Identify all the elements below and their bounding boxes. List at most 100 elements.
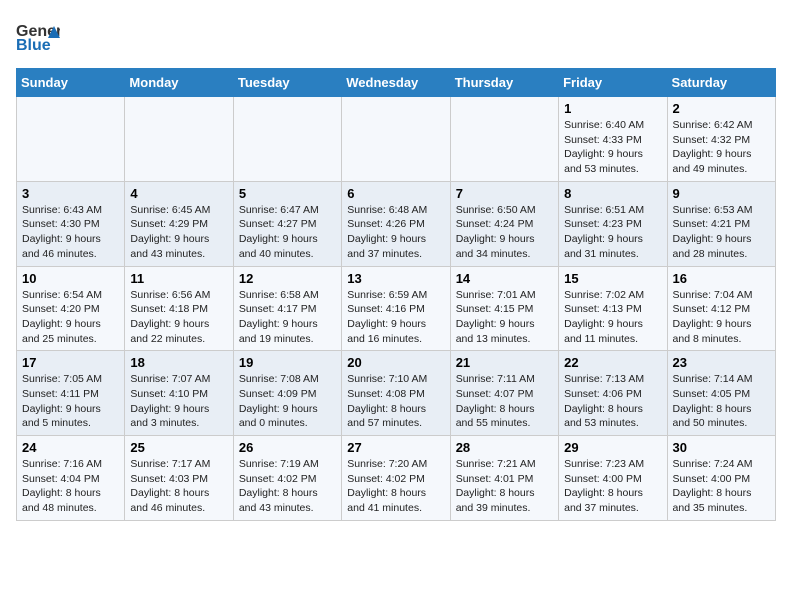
- calendar-cell: 19 Sunrise: 7:08 AMSunset: 4:09 PMDayligh…: [233, 351, 341, 436]
- week-row-1: 1 Sunrise: 6:40 AMSunset: 4:33 PMDaylight…: [17, 97, 776, 182]
- weekday-header-saturday: Saturday: [667, 69, 775, 97]
- day-info: Sunrise: 6:56 AMSunset: 4:18 PMDaylight:…: [130, 288, 227, 347]
- calendar-cell: 2Sunrise: 6:42 AMSunset: 4:32 PMDaylight…: [667, 97, 775, 182]
- day-number: 21: [456, 355, 553, 370]
- calendar-cell: 30 Sunrise: 7:24 AMSunset: 4:00 PMDayligh…: [667, 436, 775, 521]
- day-info: Sunrise: 7:13 AMSunset: 4:06 PMDaylight:…: [564, 372, 661, 431]
- day-number: 11: [130, 271, 227, 286]
- calendar-cell: 4 Sunrise: 6:45 AMSunset: 4:29 PMDaylight…: [125, 181, 233, 266]
- calendar-cell: 14 Sunrise: 7:01 AMSunset: 4:15 PMDayligh…: [450, 266, 558, 351]
- day-info: Sunrise: 7:02 AMSunset: 4:13 PMDaylight:…: [564, 288, 661, 347]
- day-info: Sunrise: 7:23 AMSunset: 4:00 PMDaylight:…: [564, 457, 661, 516]
- weekday-header-friday: Friday: [559, 69, 667, 97]
- day-info: Sunrise: 6:53 AMSunset: 4:21 PMDaylight:…: [673, 203, 770, 262]
- day-number: 26: [239, 440, 336, 455]
- calendar-cell: 8Sunrise: 6:51 AMSunset: 4:23 PMDaylight…: [559, 181, 667, 266]
- day-info: Sunrise: 7:19 AMSunset: 4:02 PMDaylight:…: [239, 457, 336, 516]
- day-number: 15: [564, 271, 661, 286]
- calendar-cell: 7 Sunrise: 6:50 AMSunset: 4:24 PMDaylight…: [450, 181, 558, 266]
- calendar-cell: 26 Sunrise: 7:19 AMSunset: 4:02 PMDayligh…: [233, 436, 341, 521]
- calendar-cell: 20 Sunrise: 7:10 AMSunset: 4:08 PMDayligh…: [342, 351, 450, 436]
- calendar-cell: 12 Sunrise: 6:58 AMSunset: 4:17 PMDayligh…: [233, 266, 341, 351]
- day-info: Sunrise: 6:45 AMSunset: 4:29 PMDaylight:…: [130, 203, 227, 262]
- day-number: 3: [22, 186, 119, 201]
- day-info: Sunrise: 7:07 AMSunset: 4:10 PMDaylight:…: [130, 372, 227, 431]
- calendar-cell: 6 Sunrise: 6:48 AMSunset: 4:26 PMDaylight…: [342, 181, 450, 266]
- day-number: 24: [22, 440, 119, 455]
- calendar-cell: 25 Sunrise: 7:17 AMSunset: 4:03 PMDayligh…: [125, 436, 233, 521]
- calendar-cell: 13 Sunrise: 6:59 AMSunset: 4:16 PMDayligh…: [342, 266, 450, 351]
- calendar-cell: 11 Sunrise: 6:56 AMSunset: 4:18 PMDayligh…: [125, 266, 233, 351]
- day-number: 1: [564, 101, 661, 116]
- day-info: Sunrise: 7:05 AMSunset: 4:11 PMDaylight:…: [22, 372, 119, 431]
- day-info: Sunrise: 6:43 AMSunset: 4:30 PMDaylight:…: [22, 203, 119, 262]
- day-info: Sunrise: 7:08 AMSunset: 4:09 PMDaylight:…: [239, 372, 336, 431]
- calendar-cell: 23 Sunrise: 7:14 AMSunset: 4:05 PMDayligh…: [667, 351, 775, 436]
- day-info: Sunrise: 6:51 AMSunset: 4:23 PMDaylight:…: [564, 203, 661, 262]
- calendar-cell: 29 Sunrise: 7:23 AMSunset: 4:00 PMDayligh…: [559, 436, 667, 521]
- day-info: Sunrise: 7:17 AMSunset: 4:03 PMDaylight:…: [130, 457, 227, 516]
- weekday-header-row: SundayMondayTuesdayWednesdayThursdayFrid…: [17, 69, 776, 97]
- calendar-cell: 1 Sunrise: 6:40 AMSunset: 4:33 PMDaylight…: [559, 97, 667, 182]
- day-info: Sunrise: 6:40 AMSunset: 4:33 PMDaylight:…: [564, 118, 661, 177]
- day-info: Sunrise: 6:58 AMSunset: 4:17 PMDaylight:…: [239, 288, 336, 347]
- calendar-cell: 21Sunrise: 7:11 AMSunset: 4:07 PMDayligh…: [450, 351, 558, 436]
- day-number: 4: [130, 186, 227, 201]
- calendar-cell: 16 Sunrise: 7:04 AMSunset: 4:12 PMDayligh…: [667, 266, 775, 351]
- day-number: 10: [22, 271, 119, 286]
- day-number: 2: [673, 101, 770, 116]
- weekday-header-tuesday: Tuesday: [233, 69, 341, 97]
- calendar-cell: [233, 97, 341, 182]
- calendar-cell: 28Sunrise: 7:21 AMSunset: 4:01 PMDayligh…: [450, 436, 558, 521]
- day-number: 7: [456, 186, 553, 201]
- day-number: 30: [673, 440, 770, 455]
- day-info: Sunrise: 6:47 AMSunset: 4:27 PMDaylight:…: [239, 203, 336, 262]
- day-number: 14: [456, 271, 553, 286]
- day-info: Sunrise: 7:01 AMSunset: 4:15 PMDaylight:…: [456, 288, 553, 347]
- day-number: 25: [130, 440, 227, 455]
- header: General Blue: [16, 16, 776, 60]
- logo-icon: General Blue: [16, 16, 60, 60]
- day-number: 23: [673, 355, 770, 370]
- day-number: 17: [22, 355, 119, 370]
- day-info: Sunrise: 6:48 AMSunset: 4:26 PMDaylight:…: [347, 203, 444, 262]
- calendar-cell: 24 Sunrise: 7:16 AMSunset: 4:04 PMDayligh…: [17, 436, 125, 521]
- day-number: 16: [673, 271, 770, 286]
- calendar-cell: 5Sunrise: 6:47 AMSunset: 4:27 PMDaylight…: [233, 181, 341, 266]
- day-info: Sunrise: 7:10 AMSunset: 4:08 PMDaylight:…: [347, 372, 444, 431]
- calendar-cell: 10 Sunrise: 6:54 AMSunset: 4:20 PMDayligh…: [17, 266, 125, 351]
- weekday-header-monday: Monday: [125, 69, 233, 97]
- weekday-header-thursday: Thursday: [450, 69, 558, 97]
- week-row-3: 10 Sunrise: 6:54 AMSunset: 4:20 PMDayligh…: [17, 266, 776, 351]
- week-row-5: 24 Sunrise: 7:16 AMSunset: 4:04 PMDayligh…: [17, 436, 776, 521]
- day-number: 22: [564, 355, 661, 370]
- day-info: Sunrise: 7:14 AMSunset: 4:05 PMDaylight:…: [673, 372, 770, 431]
- day-number: 20: [347, 355, 444, 370]
- day-number: 13: [347, 271, 444, 286]
- week-row-2: 3 Sunrise: 6:43 AMSunset: 4:30 PMDaylight…: [17, 181, 776, 266]
- day-info: Sunrise: 7:24 AMSunset: 4:00 PMDaylight:…: [673, 457, 770, 516]
- day-info: Sunrise: 6:50 AMSunset: 4:24 PMDaylight:…: [456, 203, 553, 262]
- day-info: Sunrise: 7:16 AMSunset: 4:04 PMDaylight:…: [22, 457, 119, 516]
- calendar-cell: 17 Sunrise: 7:05 AMSunset: 4:11 PMDayligh…: [17, 351, 125, 436]
- calendar-cell: 22 Sunrise: 7:13 AMSunset: 4:06 PMDayligh…: [559, 351, 667, 436]
- day-info: Sunrise: 7:04 AMSunset: 4:12 PMDaylight:…: [673, 288, 770, 347]
- week-row-4: 17 Sunrise: 7:05 AMSunset: 4:11 PMDayligh…: [17, 351, 776, 436]
- day-number: 29: [564, 440, 661, 455]
- day-info: Sunrise: 6:59 AMSunset: 4:16 PMDaylight:…: [347, 288, 444, 347]
- day-number: 12: [239, 271, 336, 286]
- calendar-table: SundayMondayTuesdayWednesdayThursdayFrid…: [16, 68, 776, 521]
- logo: General Blue: [16, 16, 60, 60]
- svg-text:Blue: Blue: [16, 37, 51, 54]
- day-info: Sunrise: 6:54 AMSunset: 4:20 PMDaylight:…: [22, 288, 119, 347]
- day-number: 18: [130, 355, 227, 370]
- calendar-cell: 9 Sunrise: 6:53 AMSunset: 4:21 PMDaylight…: [667, 181, 775, 266]
- calendar-cell: [125, 97, 233, 182]
- day-number: 9: [673, 186, 770, 201]
- calendar-cell: [342, 97, 450, 182]
- weekday-header-wednesday: Wednesday: [342, 69, 450, 97]
- day-info: Sunrise: 7:20 AMSunset: 4:02 PMDaylight:…: [347, 457, 444, 516]
- calendar-cell: 15 Sunrise: 7:02 AMSunset: 4:13 PMDayligh…: [559, 266, 667, 351]
- day-number: 19: [239, 355, 336, 370]
- day-number: 6: [347, 186, 444, 201]
